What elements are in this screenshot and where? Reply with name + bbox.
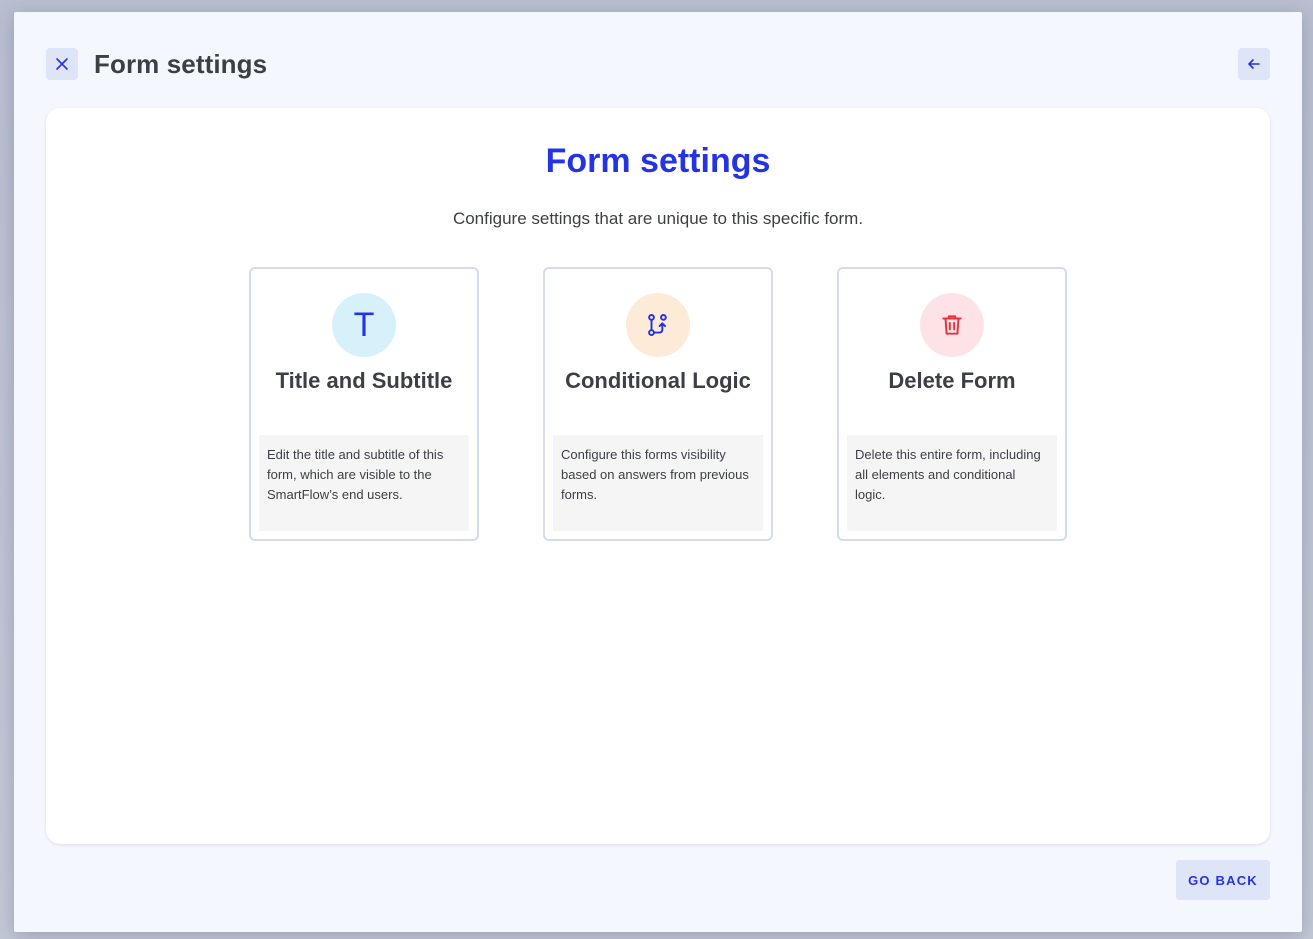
page-subtitle: Configure settings that are unique to th… bbox=[452, 209, 864, 228]
conditional-logic-badge bbox=[626, 293, 690, 357]
trash-icon bbox=[942, 315, 962, 335]
back-arrow-button[interactable] bbox=[1238, 48, 1270, 80]
settings-content-card: Form settings Configure settings that ar… bbox=[46, 108, 1270, 844]
close-button[interactable] bbox=[46, 48, 78, 80]
text-t-icon: T bbox=[353, 306, 375, 344]
form-settings-modal: Form settings Form settings Configure se… bbox=[14, 12, 1302, 932]
option-description: Delete this entire form, including all e… bbox=[847, 435, 1057, 531]
go-back-button[interactable]: GO BACK bbox=[1176, 860, 1270, 900]
option-conditional-logic[interactable]: Conditional Logic Configure this forms v… bbox=[543, 267, 773, 541]
modal-header: Form settings bbox=[46, 48, 1270, 80]
option-title: Title and Subtitle bbox=[275, 368, 453, 393]
arrow-left-icon bbox=[1248, 59, 1260, 69]
branch-icon bbox=[648, 314, 667, 336]
close-icon bbox=[56, 58, 68, 70]
option-title-and-subtitle[interactable]: T Title and Subtitle Edit the title and … bbox=[249, 267, 479, 541]
option-description: Edit the title and subtitle of this form… bbox=[259, 435, 469, 531]
modal-title: Form settings bbox=[94, 48, 268, 79]
option-title: Delete Form bbox=[888, 368, 1016, 393]
option-delete-form[interactable]: Delete Form Delete this entire form, inc… bbox=[837, 267, 1067, 541]
option-description: Configure this forms visibility based on… bbox=[553, 435, 763, 531]
option-title: Conditional Logic bbox=[565, 368, 751, 393]
delete-badge bbox=[920, 293, 984, 357]
title-badge: T bbox=[332, 293, 396, 357]
page-title: Form settings bbox=[545, 142, 771, 180]
